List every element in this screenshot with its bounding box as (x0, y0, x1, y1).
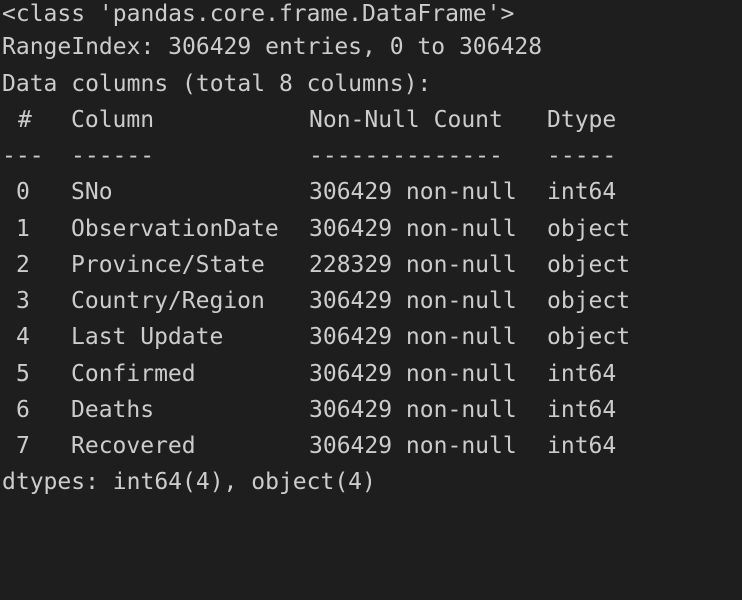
row-non-null-count: 228329 non-null (309, 252, 517, 278)
table-row: 2 Province/State 228329 non-null object (2, 251, 742, 279)
table-header-row: # Column Non-Null Count Dtype (2, 106, 742, 134)
header-non-null: Non-Null Count (309, 107, 503, 133)
row-dtype: int64 (547, 179, 617, 205)
row-column-name: Country/Region (71, 288, 265, 314)
table-row: 3 Country/Region 306429 non-null object (2, 287, 742, 315)
row-non-null-count: 306429 non-null (309, 397, 517, 423)
table-row: 6 Deaths 306429 non-null int64 (2, 396, 742, 424)
row-index: 0 (16, 179, 30, 205)
header-index: # (18, 107, 32, 133)
row-column-name: Province/State (71, 252, 265, 278)
range-index-line: RangeIndex: 306429 entries, 0 to 306428 (2, 34, 543, 60)
row-index: 5 (16, 361, 30, 387)
row-non-null-count: 306429 non-null (309, 361, 517, 387)
row-dtype: int64 (547, 433, 617, 459)
row-index: 7 (16, 433, 30, 459)
table-row: 5 Confirmed 306429 non-null int64 (2, 360, 742, 388)
header-dtype: Dtype (547, 107, 617, 133)
row-index: 2 (16, 252, 30, 278)
row-non-null-count: 306429 non-null (309, 216, 517, 242)
row-index: 4 (16, 324, 30, 350)
row-column-name: Recovered (71, 433, 196, 459)
row-dtype: object (547, 324, 631, 350)
table-separator-row: --- ------ -------------- ----- (2, 142, 742, 170)
row-non-null-count: 306429 non-null (309, 324, 517, 350)
separator-column: ------ (71, 143, 155, 169)
class-line: <class 'pandas.core.frame.DataFrame'> (2, 1, 515, 27)
row-non-null-count: 306429 non-null (309, 433, 517, 459)
separator-dtype: ----- (547, 143, 617, 169)
row-index: 1 (16, 216, 30, 242)
row-non-null-count: 306429 non-null (309, 179, 517, 205)
row-dtype: int64 (547, 397, 617, 423)
columns-summary-line: Data columns (total 8 columns): (2, 71, 432, 97)
table-row: 4 Last Update 306429 non-null object (2, 323, 742, 351)
row-column-name: ObservationDate (71, 216, 279, 242)
row-dtype: object (547, 216, 631, 242)
header-column: Column (71, 107, 155, 133)
console-output: <class 'pandas.core.frame.DataFrame'> Ra… (0, 0, 742, 509)
row-dtype: object (547, 288, 631, 314)
table-row: 7 Recovered 306429 non-null int64 (2, 432, 742, 460)
row-column-name: SNo (71, 179, 113, 205)
row-index: 6 (16, 397, 30, 423)
dtypes-line: dtypes: int64(4), object(4) (2, 469, 376, 495)
separator-index: --- (2, 143, 44, 169)
row-column-name: Last Update (71, 324, 224, 350)
separator-non-null: -------------- (309, 143, 503, 169)
row-dtype: int64 (547, 361, 617, 387)
row-index: 3 (16, 288, 30, 314)
table-row: 0 SNo 306429 non-null int64 (2, 178, 742, 206)
row-column-name: Confirmed (71, 361, 196, 387)
table-row: 1 ObservationDate 306429 non-null object (2, 215, 742, 243)
row-non-null-count: 306429 non-null (309, 288, 517, 314)
row-column-name: Deaths (71, 397, 155, 423)
row-dtype: object (547, 252, 631, 278)
